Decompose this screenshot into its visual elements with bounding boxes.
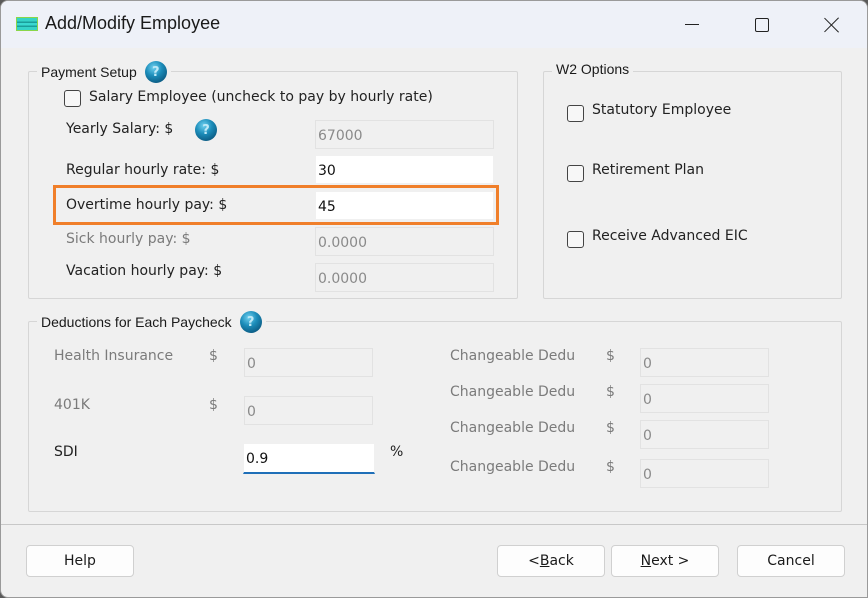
- window-title: Add/Modify Employee: [45, 13, 221, 33]
- back-button[interactable]: < Back: [497, 545, 605, 577]
- yearly-salary-field[interactable]: 67000: [315, 120, 494, 149]
- minimize-icon: [685, 23, 699, 26]
- yearly-salary-help-icon[interactable]: ?: [195, 119, 217, 141]
- maximize-icon: [755, 17, 769, 32]
- changeable-deduction-2-field[interactable]: 0: [640, 384, 769, 413]
- statutory-employee-checkbox[interactable]: [567, 105, 584, 122]
- w2-options-legend: W2 Options: [556, 61, 630, 77]
- sick-hourly-pay-label: Sick hourly pay: $: [66, 231, 191, 247]
- retirement-plan-checkbox[interactable]: [567, 165, 584, 182]
- 401k-field[interactable]: 0: [244, 396, 373, 425]
- close-button[interactable]: [797, 1, 867, 48]
- close-icon: [824, 17, 840, 33]
- overtime-hourly-pay-field[interactable]: 45: [315, 191, 494, 220]
- overtime-hourly-pay-label: Overtime hourly pay: $: [66, 197, 228, 213]
- vacation-hourly-pay-field[interactable]: 0.0000: [315, 263, 494, 292]
- payment-setup-legend: Payment Setup: [41, 64, 137, 80]
- changeable-deduction-1-field[interactable]: 0: [640, 348, 769, 377]
- changeable-deduction-3-field[interactable]: 0: [640, 420, 769, 449]
- sick-hourly-pay-field[interactable]: 0.0000: [315, 227, 494, 256]
- add-modify-employee-dialog: Add/Modify Employee Payment Setup ? Sala…: [0, 0, 868, 598]
- changeable-deduction-3-label: Changeable Dedu: [450, 420, 576, 436]
- salary-employee-label: Salary Employee (uncheck to pay by hourl…: [89, 89, 433, 105]
- back-prefix: <: [528, 553, 540, 569]
- 401k-currency: $: [209, 397, 218, 413]
- cancel-button[interactable]: Cancel: [737, 545, 845, 577]
- help-button[interactable]: Help: [26, 545, 134, 577]
- changeable-deduction-2-currency: $: [606, 384, 615, 400]
- title-bar: Add/Modify Employee: [1, 1, 867, 48]
- 401k-label: 401K: [54, 397, 90, 413]
- sdi-percent-unit: %: [390, 444, 404, 460]
- next-button[interactable]: Next >: [611, 545, 719, 577]
- back-accelerator: B: [539, 553, 550, 569]
- health-insurance-field[interactable]: 0: [244, 348, 373, 377]
- app-icon: [16, 17, 38, 31]
- minimize-button[interactable]: [657, 1, 727, 48]
- receive-advanced-eic-label: Receive Advanced EIC: [592, 228, 748, 244]
- receive-advanced-eic-checkbox[interactable]: [567, 231, 584, 248]
- changeable-deduction-4-currency: $: [606, 459, 615, 475]
- regular-hourly-rate-field[interactable]: 30: [315, 155, 494, 184]
- back-rest: ack: [549, 553, 574, 569]
- retirement-plan-label: Retirement Plan: [592, 162, 704, 178]
- changeable-deduction-1-currency: $: [606, 348, 615, 364]
- statutory-employee-label: Statutory Employee: [592, 102, 732, 118]
- changeable-deduction-2-label: Changeable Dedu: [450, 384, 576, 400]
- changeable-deduction-4-label: Changeable Dedu: [450, 459, 576, 475]
- changeable-deduction-4-field[interactable]: 0: [640, 459, 769, 488]
- salary-employee-checkbox[interactable]: [64, 90, 81, 107]
- vacation-hourly-pay-label: Vacation hourly pay: $: [66, 263, 223, 279]
- deductions-legend: Deductions for Each Paycheck: [41, 314, 232, 330]
- regular-hourly-rate-label: Regular hourly rate: $: [66, 162, 220, 178]
- sdi-field[interactable]: 0.9: [243, 443, 375, 474]
- next-rest: ext >: [651, 553, 690, 569]
- footer-separator: [1, 524, 867, 525]
- yearly-salary-label: Yearly Salary: $: [66, 121, 174, 137]
- deductions-help-icon[interactable]: ?: [239, 311, 262, 333]
- health-insurance-label: Health Insurance: [54, 348, 174, 364]
- health-insurance-currency: $: [209, 348, 218, 364]
- changeable-deduction-1-label: Changeable Dedu: [450, 348, 576, 364]
- next-accelerator: N: [640, 553, 652, 569]
- maximize-button[interactable]: [727, 1, 797, 48]
- changeable-deduction-3-currency: $: [606, 420, 615, 436]
- sdi-label: SDI: [54, 444, 78, 460]
- help-icon[interactable]: ?: [144, 61, 167, 83]
